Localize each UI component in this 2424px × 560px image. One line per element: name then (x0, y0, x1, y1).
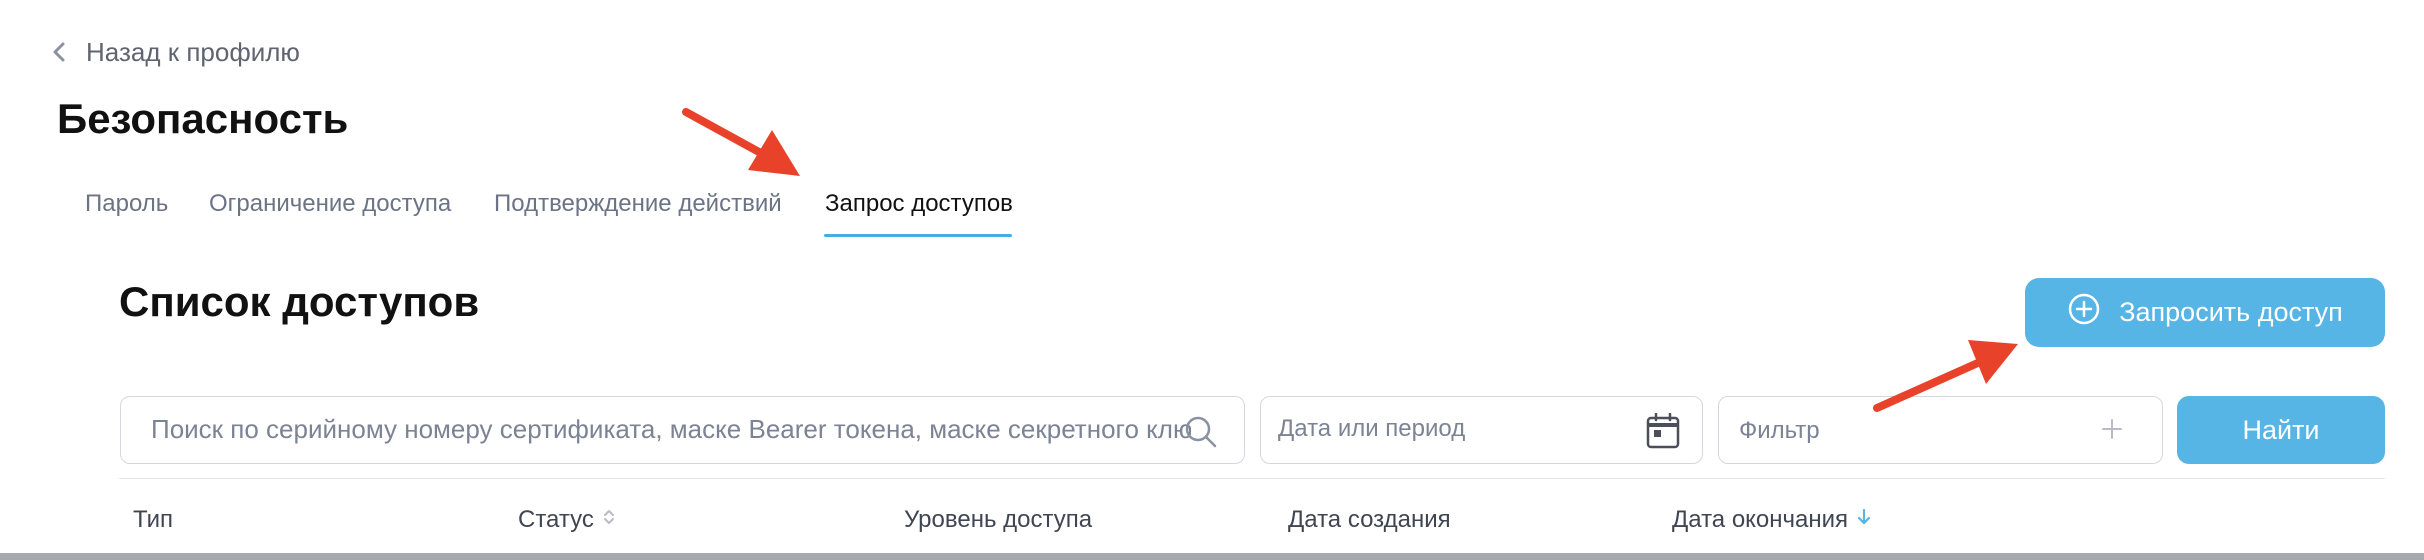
active-tab-indicator (824, 234, 1012, 237)
column-end-date-label: Дата окончания (1672, 506, 1849, 533)
request-access-label: Запросить доступ (2119, 297, 2343, 327)
tab-access-requests[interactable]: Запрос доступов (825, 190, 1013, 218)
annotation-arrow-tab (682, 108, 800, 176)
column-status-label: Статус (518, 506, 594, 533)
search-input[interactable] (151, 397, 1191, 461)
date-field[interactable] (1260, 396, 1703, 464)
column-end-date[interactable]: Дата окончания (1672, 506, 1872, 534)
plus-circle-icon (2067, 292, 2101, 333)
filter-label: Фильтр (1739, 417, 1820, 444)
plus-icon[interactable] (2100, 417, 2124, 446)
section-title: Список доступов (119, 278, 480, 325)
column-type-label: Тип (133, 506, 174, 533)
tab-access-restriction[interactable]: Ограничение доступа (209, 190, 451, 218)
tab-password[interactable]: Пароль (85, 190, 168, 218)
request-access-button[interactable]: Запросить доступ (2025, 278, 2385, 347)
tab-action-confirmation[interactable]: Подтверждение действий (494, 190, 782, 218)
date-input[interactable] (1278, 397, 1638, 461)
sort-down-arrow-icon (1856, 506, 1872, 534)
search-field[interactable] (120, 396, 1245, 464)
filter-dropdown[interactable]: Фильтр (1718, 396, 2163, 464)
column-created-date-label: Дата создания (1288, 506, 1451, 533)
chevron-left-icon (52, 42, 66, 62)
back-to-profile-link[interactable]: Назад к профилю (52, 34, 300, 70)
column-status[interactable]: Статус (518, 506, 616, 534)
find-button[interactable]: Найти (2177, 396, 2385, 464)
sort-updown-icon (602, 506, 616, 534)
column-access-level: Уровень доступа (904, 506, 1092, 534)
column-access-level-label: Уровень доступа (904, 506, 1093, 533)
back-link-label: Назад к профилю (86, 36, 300, 67)
page-title: Безопасность (57, 95, 349, 142)
column-created-date: Дата создания (1288, 506, 1451, 534)
column-type: Тип (133, 506, 173, 534)
calendar-icon[interactable] (1646, 412, 1680, 454)
bottom-border (0, 553, 2424, 560)
table-header: Тип Статус Уровень доступа Дата создания… (119, 478, 2385, 560)
search-icon[interactable] (1184, 415, 1218, 454)
